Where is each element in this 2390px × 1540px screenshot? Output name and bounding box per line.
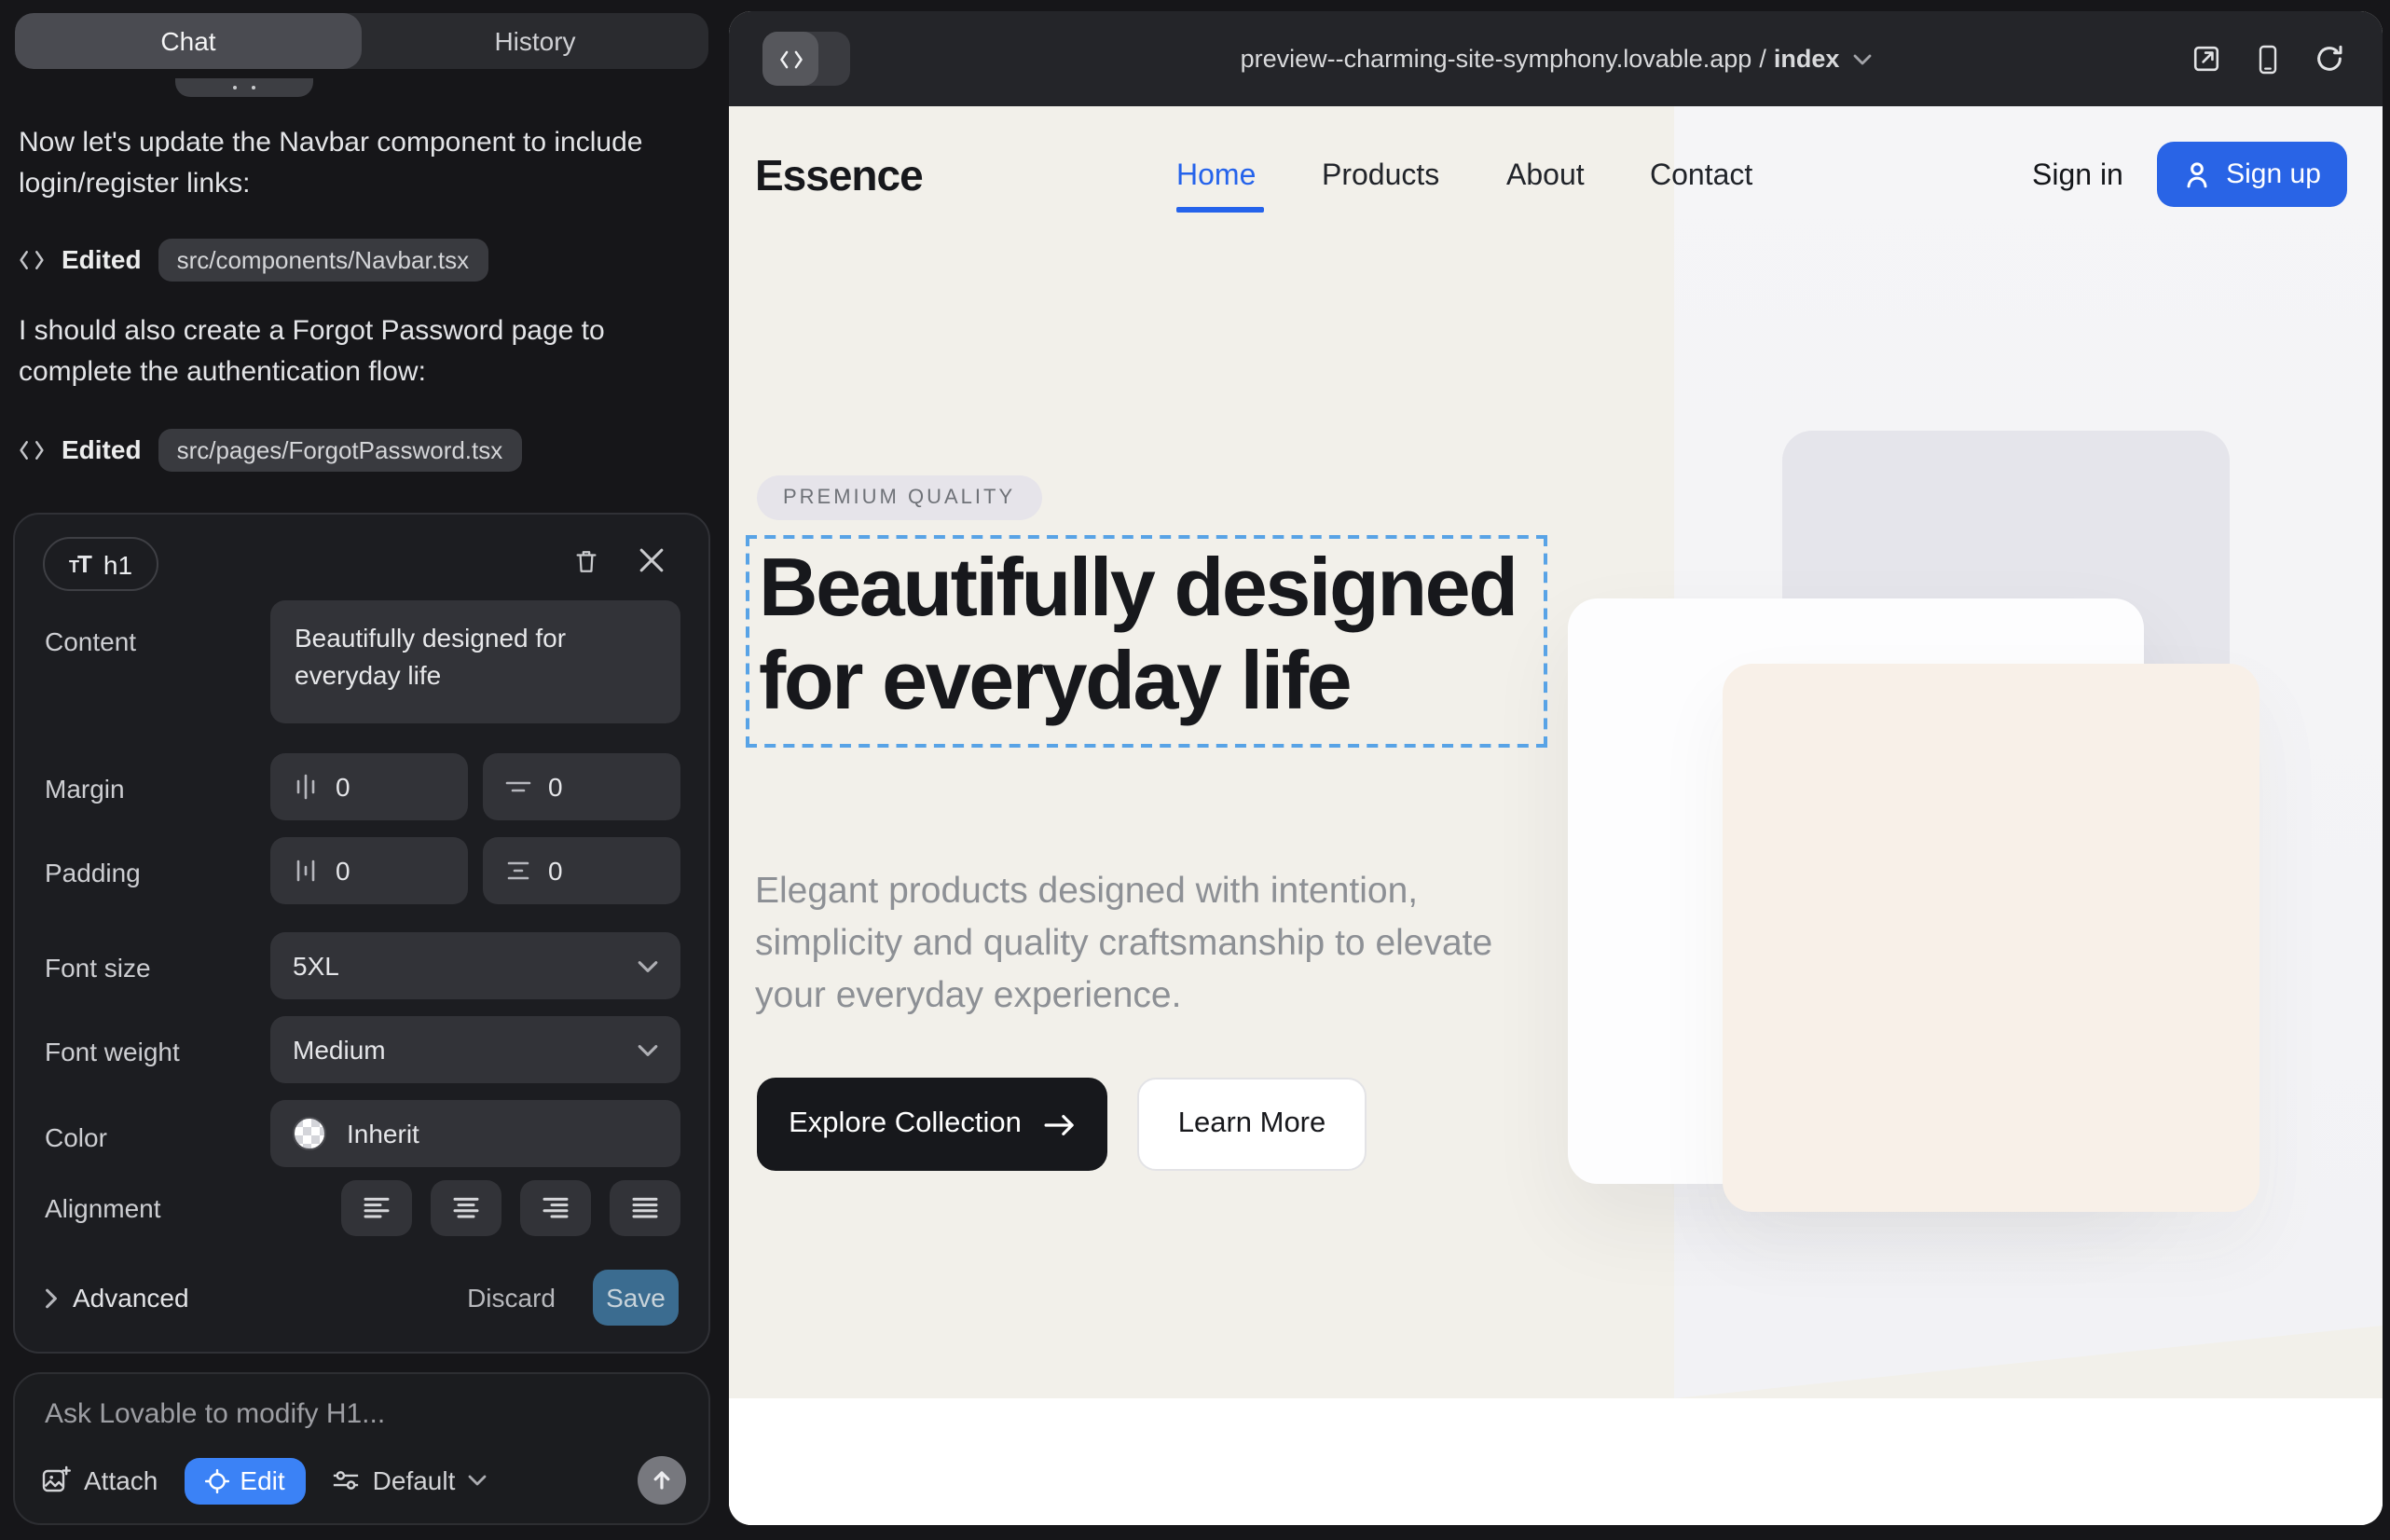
mode-select[interactable]: Default [332, 1465, 488, 1495]
align-left-icon[interactable] [341, 1180, 412, 1236]
attach-button[interactable]: Attach [41, 1465, 158, 1495]
color-select[interactable]: Inherit [270, 1100, 680, 1167]
nav-link-about[interactable]: About [1506, 160, 1585, 194]
chat-message: I should also create a Forgot Password p… [19, 311, 697, 393]
edited-file-row: Edited src/pages/ForgotPassword.tsx [19, 425, 521, 474]
margin-x-input[interactable]: 0 [270, 753, 468, 820]
truncated-pill [175, 78, 313, 97]
align-right-icon[interactable] [520, 1180, 591, 1236]
nav-link-home[interactable]: Home [1176, 160, 1256, 194]
editor-footer: Advanced Discard Save [15, 1268, 708, 1327]
element-tag-label: h1 [103, 549, 132, 579]
close-icon[interactable] [639, 548, 664, 572]
composer-toolbar: Attach Edit Default [41, 1456, 686, 1505]
element-editor-panel: TT h1 Content Beautifully designed for e… [13, 513, 710, 1354]
chat-sidebar: Chat History Now let's update the Navbar… [0, 0, 729, 1540]
margin-y-input[interactable]: 0 [483, 753, 680, 820]
explore-collection-button[interactable]: Explore Collection [757, 1078, 1107, 1171]
content-label: Content [45, 626, 136, 656]
edited-label: Edited [62, 244, 142, 274]
chevron-down-icon [468, 1475, 487, 1486]
browser-actions [2192, 11, 2343, 106]
padding-y-input[interactable]: 0 [483, 837, 680, 904]
discard-button[interactable]: Discard [467, 1283, 556, 1313]
smartphone-icon[interactable] [2258, 44, 2278, 74]
color-swatch [293, 1117, 326, 1150]
element-tag-badge[interactable]: TT h1 [43, 537, 158, 591]
signup-button[interactable]: Sign up [2157, 142, 2347, 207]
arrow-right-icon [1044, 1112, 1076, 1136]
site-preview: Essence Home Products About Contact Sign… [729, 106, 2383, 1525]
edited-label: Edited [62, 434, 142, 464]
arrow-up-icon [651, 1469, 673, 1492]
signin-link[interactable]: Sign in [2032, 160, 2123, 194]
file-path-pill[interactable]: src/components/Navbar.tsx [158, 238, 488, 281]
chat-history-tabs: Chat History [15, 13, 708, 69]
hero-heading-selected[interactable]: Beautifully designed for everyday life [746, 535, 1547, 749]
crosshair-icon [204, 1468, 228, 1492]
nav-link-contact[interactable]: Contact [1650, 160, 1752, 194]
code-icon [19, 439, 45, 460]
sliders-icon [332, 1469, 360, 1492]
font-size-label: Font size [45, 953, 151, 983]
color-label: Color [45, 1122, 107, 1152]
file-path-pill[interactable]: src/pages/ForgotPassword.tsx [158, 428, 522, 471]
edited-file-row: Edited src/components/Navbar.tsx [19, 235, 488, 283]
active-nav-underline [1176, 207, 1264, 212]
save-button[interactable]: Save [593, 1270, 679, 1326]
align-justify-icon[interactable] [610, 1180, 680, 1236]
code-icon [19, 249, 45, 269]
site-navbar: Essence Home Products About Contact Sign… [729, 106, 2383, 218]
margin-vertical-icon [505, 774, 531, 800]
decorative-rect-cream [1723, 664, 2260, 1212]
chat-message: Now let's update the Navbar component to… [19, 123, 697, 205]
padding-x-input[interactable]: 0 [270, 837, 468, 904]
refresh-icon[interactable] [2315, 45, 2343, 73]
composer: Ask Lovable to modify H1... Attach Edit [13, 1372, 710, 1525]
browser-bar: preview--charming-site-symphony.lovable.… [729, 11, 2383, 106]
chevron-down-icon [1852, 53, 1871, 64]
image-plus-icon [41, 1465, 71, 1495]
hero-paragraph: Elegant products designed with intention… [755, 865, 1501, 1022]
trash-icon[interactable] [572, 546, 600, 576]
advanced-toggle[interactable]: Advanced [45, 1283, 189, 1313]
app: Chat History Now let's update the Navbar… [0, 0, 2390, 1540]
learn-more-button[interactable]: Learn More [1137, 1078, 1367, 1171]
padding-horizontal-icon [293, 858, 319, 884]
tab-chat[interactable]: Chat [15, 13, 362, 69]
chevron-right-icon [45, 1287, 58, 1308]
margin-horizontal-icon [293, 774, 319, 800]
user-icon [2183, 160, 2211, 188]
preview-frame: preview--charming-site-symphony.lovable.… [729, 11, 2383, 1525]
margin-label: Margin [45, 774, 125, 804]
page-name: index [1774, 45, 1840, 73]
alignment-buttons [270, 1180, 680, 1236]
edit-mode-button[interactable]: Edit [184, 1457, 305, 1504]
url-separator: / [1759, 45, 1766, 73]
hero-badge: PREMIUM QUALITY [757, 475, 1041, 520]
site-logo[interactable]: Essence [755, 151, 923, 201]
next-section [729, 1398, 2383, 1525]
send-button[interactable] [638, 1456, 686, 1505]
padding-vertical-icon [505, 858, 531, 884]
nav-link-products[interactable]: Products [1322, 160, 1439, 194]
tab-history[interactable]: History [362, 13, 708, 69]
content-input[interactable]: Beautifully designed for everyday life [270, 600, 680, 723]
font-size-select[interactable]: 5XL [270, 932, 680, 999]
font-weight-label: Font weight [45, 1037, 180, 1066]
preview-url: preview--charming-site-symphony.lovable.… [1241, 45, 1752, 73]
align-center-icon[interactable] [431, 1180, 501, 1236]
alignment-label: Alignment [45, 1193, 161, 1223]
chevron-down-icon [638, 959, 658, 972]
padding-label: Padding [45, 858, 141, 887]
text-icon: TT [69, 547, 90, 581]
url-bar[interactable]: preview--charming-site-symphony.lovable.… [729, 11, 2383, 106]
composer-input[interactable]: Ask Lovable to modify H1... [45, 1398, 385, 1430]
open-in-new-icon[interactable] [2192, 45, 2220, 73]
chevron-down-icon [638, 1043, 658, 1056]
font-weight-select[interactable]: Medium [270, 1016, 680, 1083]
